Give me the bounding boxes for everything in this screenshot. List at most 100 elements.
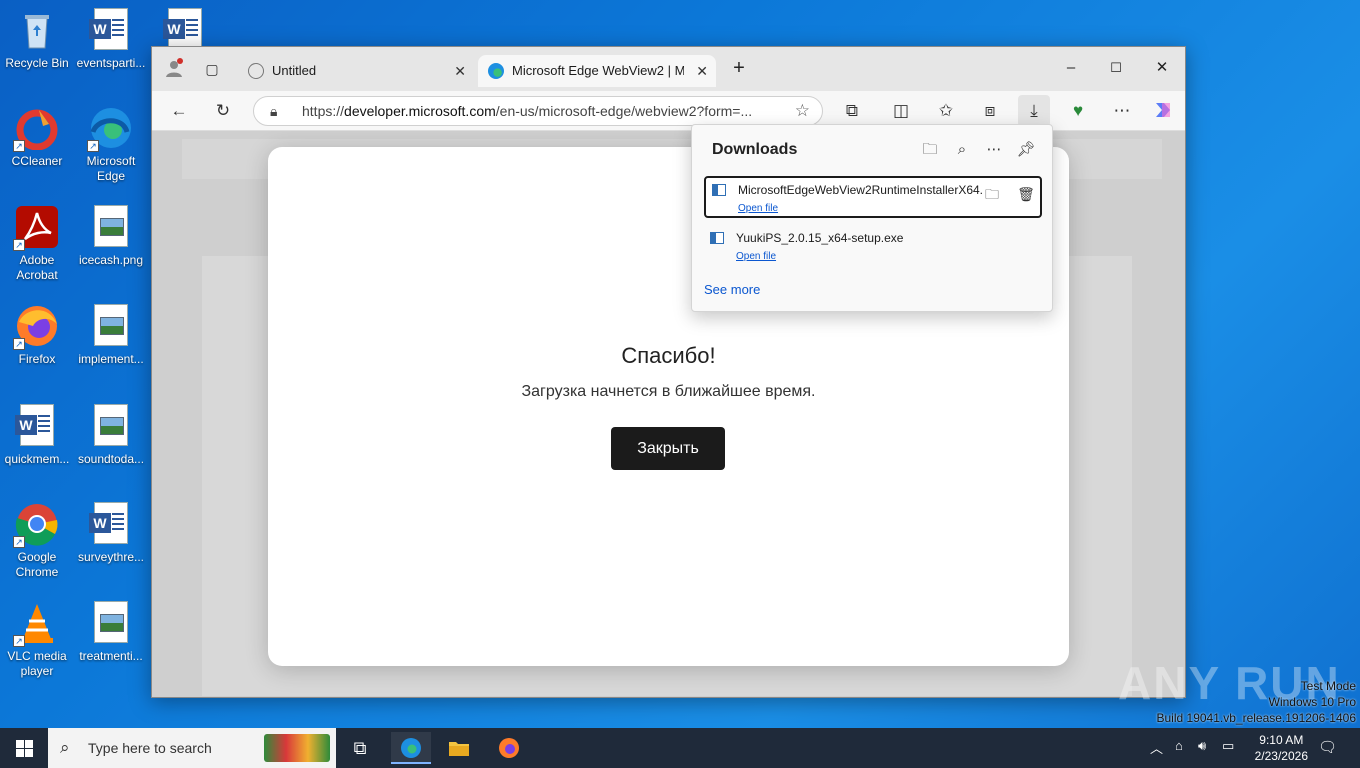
desktop-icon-adobe-acrobat[interactable]: ↗ Adobe Acrobat: [0, 205, 74, 283]
word-document-icon: W: [15, 404, 59, 448]
network-icon[interactable]: ⌂: [1175, 738, 1183, 768]
word-document-icon: W: [89, 8, 133, 52]
desktop-icon-ccleaner[interactable]: ↗ CCleaner: [0, 106, 74, 169]
ccleaner-icon: ↗: [13, 106, 59, 152]
taskbar-firefox-icon[interactable]: [489, 732, 529, 764]
desktop-icon-soundtoda[interactable]: soundtoda...: [74, 404, 148, 467]
watermark-line: Build 19041.vb_release.191206-1406: [1156, 711, 1357, 725]
settings-more-icon[interactable]: ⋯: [1110, 99, 1134, 123]
close-tab-icon[interactable]: ✕: [454, 55, 466, 87]
desktop-icon-label: Firefox: [18, 352, 56, 366]
image-file-icon: [89, 404, 133, 448]
open-file-link[interactable]: Open file: [736, 251, 776, 262]
search-downloads-icon[interactable]: ⌕: [951, 139, 973, 161]
edge-icon: ↗: [87, 106, 133, 152]
back-icon[interactable]: ←: [167, 99, 191, 123]
file-explorer-icon[interactable]: [439, 732, 479, 764]
desktop-icon-label: surveythre...: [77, 550, 145, 564]
tab-webview2[interactable]: Microsoft Edge WebView2 | Micro ✕: [478, 55, 716, 87]
open-downloads-folder-icon[interactable]: 🗀︎: [919, 139, 941, 161]
desktop-icon-label: quickmem...: [4, 452, 70, 466]
firefox-icon: ↗: [13, 304, 59, 350]
url-host: developer.microsoft.com: [344, 103, 496, 119]
taskbar: ⌕ Type here to search ⧉ ︿ ⌂ 🔊︎ ▭ 9:10 AM…: [0, 728, 1360, 768]
see-more-link[interactable]: See more: [704, 282, 760, 297]
tab-actions-icon[interactable]: ▢: [200, 57, 224, 81]
url-path: /en-us/microsoft-edge/webview2?form=...: [495, 103, 753, 119]
start-button[interactable]: [0, 728, 48, 768]
volume-icon[interactable]: 🔊︎: [1198, 738, 1206, 768]
desktop-icon-google-chrome[interactable]: ↗ Google Chrome: [0, 502, 74, 580]
desktop-icon-quickmem[interactable]: W quickmem...: [0, 404, 74, 467]
dialog-message: Загрузка начнется в ближайшее время.: [521, 383, 816, 400]
vlc-icon: ↗: [13, 601, 59, 647]
clock-time: 9:10 AM: [1259, 733, 1304, 747]
downloads-icon[interactable]: ⤓: [1018, 95, 1050, 127]
desktop-icon-label: soundtoda...: [77, 452, 145, 466]
notifications-icon[interactable]: 🗨︎: [1318, 738, 1337, 768]
desktop-icon-microsoft-edge[interactable]: ↗ Microsoft Edge: [74, 106, 148, 184]
download-item[interactable]: YuukiPS_2.0.15_x64-setup.exe Open file: [704, 226, 1042, 268]
desktop-icon-label: Microsoft Edge: [86, 154, 136, 183]
word-document-icon: W: [89, 502, 133, 546]
tab-untitled[interactable]: Untitled ✕: [238, 55, 474, 87]
desktop-icon-label: Adobe Acrobat: [16, 253, 58, 282]
show-in-folder-icon[interactable]: 🗀︎: [982, 184, 1002, 204]
tab-label: Untitled: [272, 63, 317, 78]
globe-icon: [248, 63, 264, 79]
taskbar-edge-icon[interactable]: [391, 732, 431, 764]
profile-icon[interactable]: [162, 57, 186, 81]
image-file-icon: [89, 601, 133, 645]
new-tab-button[interactable]: +: [728, 57, 750, 79]
refresh-icon[interactable]: ↻: [211, 99, 235, 123]
edge-favicon-icon: [488, 63, 504, 79]
tab-bar: ▢ Untitled ✕ Microsoft Edge WebView2 | M…: [152, 47, 1185, 91]
acrobat-icon: ↗: [13, 205, 59, 251]
taskbar-clock[interactable]: 9:10 AM 2/23/2026: [1255, 732, 1308, 764]
taskbar-search[interactable]: ⌕ Type here to search: [48, 728, 336, 768]
desktop-icon-label: Recycle Bin: [5, 56, 69, 70]
pin-icon[interactable]: 📌︎: [1015, 139, 1037, 161]
clock-date: 2/23/2026: [1254, 749, 1308, 763]
extensions-icon[interactable]: ⧉: [840, 99, 864, 123]
favorites-icon[interactable]: ✩: [934, 99, 958, 123]
maximize-button[interactable]: ☐: [1105, 57, 1127, 79]
delete-icon[interactable]: 🗑︎: [1016, 184, 1036, 204]
minimize-button[interactable]: –: [1060, 57, 1082, 79]
desktop-icon-firefox[interactable]: ↗ Firefox: [0, 304, 74, 367]
tab-label: Microsoft Edge WebView2 | Micro: [512, 63, 684, 78]
close-dialog-button[interactable]: Закрыть: [611, 427, 725, 470]
desktop-icon-label: icecash.png: [78, 253, 144, 267]
browser-essentials-icon[interactable]: ♥: [1066, 99, 1090, 123]
download-filename: MicrosoftEdgeWebView2RuntimeInstallerX64…: [738, 183, 983, 197]
downloads-panel: Downloads 🗀︎ ⌕ ⋯ 📌︎ MicrosoftEdgeWebView…: [691, 124, 1053, 312]
download-item[interactable]: MicrosoftEdgeWebView2RuntimeInstallerX64…: [704, 176, 1042, 218]
desktop-icon-label: eventsparti...: [76, 56, 146, 70]
collections-icon[interactable]: ⧈: [978, 99, 1002, 123]
close-window-button[interactable]: ✕: [1151, 57, 1173, 79]
desktop-icon-recycle-bin[interactable]: Recycle Bin: [0, 8, 74, 71]
copilot-icon[interactable]: [1151, 99, 1175, 123]
address-bar[interactable]: 🔒︎ https://developer.microsoft.com/en-us…: [253, 96, 823, 126]
open-file-link[interactable]: Open file: [738, 203, 778, 214]
desktop-icon-vlc[interactable]: ↗ VLC media player: [0, 601, 74, 679]
watermark-line: Test Mode: [1300, 679, 1356, 693]
more-options-icon[interactable]: ⋯: [983, 139, 1005, 161]
favorite-star-icon[interactable]: ☆: [795, 97, 810, 125]
split-screen-icon[interactable]: ◫: [889, 99, 913, 123]
desktop-icon-implement[interactable]: implement...: [74, 304, 148, 367]
task-view-icon[interactable]: ⧉: [340, 732, 380, 764]
desktop-icon-icecash[interactable]: icecash.png: [74, 205, 148, 268]
watermark-line: Windows 10 Pro: [1268, 695, 1356, 709]
close-tab-icon[interactable]: ✕: [696, 55, 708, 87]
desktop-icon-eventsparti[interactable]: W eventsparti...: [74, 8, 148, 71]
desktop-icon-treatmenti[interactable]: treatmenti...: [74, 601, 148, 664]
display-icon[interactable]: ▭: [1222, 738, 1234, 768]
show-hidden-icons[interactable]: ︿: [1150, 738, 1163, 768]
recycle-bin-icon: [15, 8, 59, 52]
download-filename: YuukiPS_2.0.15_x64-setup.exe: [736, 231, 904, 245]
image-file-icon: [89, 304, 133, 348]
search-icon: ⌕: [60, 738, 70, 757]
search-placeholder: Type here to search: [88, 740, 212, 756]
desktop-icon-surveythre[interactable]: W surveythre...: [74, 502, 148, 565]
